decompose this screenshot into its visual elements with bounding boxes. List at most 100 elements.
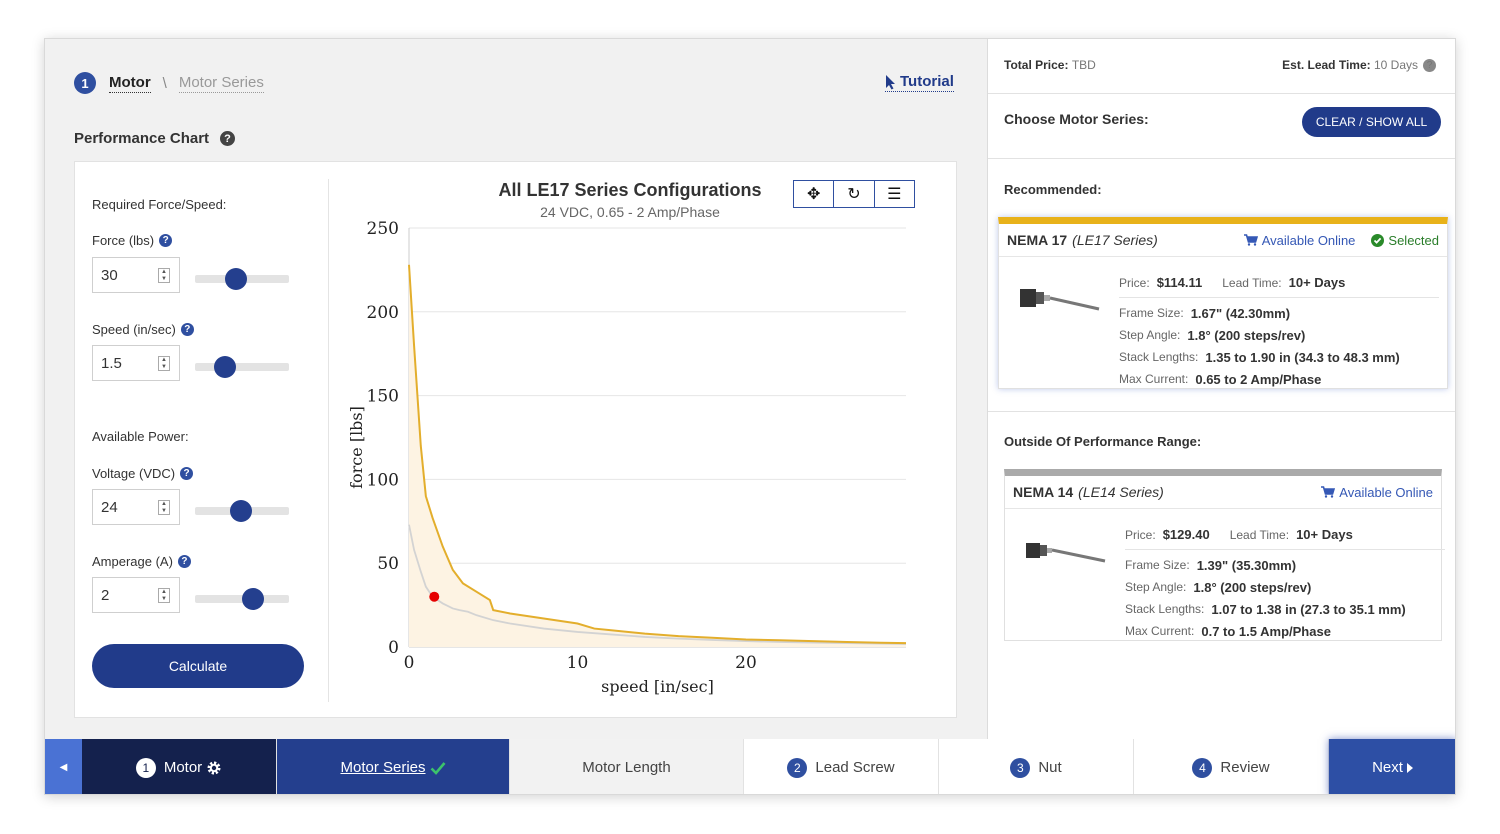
force-slider-handle[interactable] <box>225 268 248 290</box>
series-card-nema17[interactable]: NEMA 17 (LE17 Series) Available Online S… <box>998 217 1448 389</box>
tab-motor-length[interactable]: Motor Length <box>510 739 744 794</box>
tab-nut-label: Nut <box>1038 759 1062 776</box>
lead-time: Est. Lead Time: 10 Days? <box>1282 58 1436 72</box>
chart-area: 0 50 100 150 200 250 0 10 20 speed [in/sec] force … <box>330 162 957 719</box>
card-specs: Price: $114.11 Lead Time: 10+ Days Frame Si… <box>1119 268 1439 390</box>
frame-row: Frame Size: 1.39" (35.30mm) <box>1125 554 1445 576</box>
available-online-label: Available Online <box>1339 484 1433 500</box>
speed-input[interactable]: 1.5 ▲ ▼ <box>92 345 180 381</box>
voltage-slider[interactable] <box>195 500 289 522</box>
card-series: (LE14 Series) <box>1078 484 1164 500</box>
next-button[interactable]: Next <box>1329 739 1455 794</box>
voltage-help-icon[interactable]: ? <box>180 467 194 480</box>
amperage-help-icon[interactable]: ? <box>177 555 191 568</box>
force-help-icon[interactable]: ? <box>159 234 173 247</box>
voltage-slider-handle[interactable] <box>229 500 252 522</box>
force-slider[interactable] <box>195 268 289 290</box>
current-value: 0.7 to 1.5 Amp/Phase <box>1201 623 1331 639</box>
stepper-motor-image <box>1026 543 1106 563</box>
main-panel: 1 Motor \ Motor Series Tutorial Performa… <box>45 39 987 739</box>
frame-value: 1.39" (35.30mm) <box>1196 557 1297 573</box>
amperage-slider[interactable] <box>195 588 289 610</box>
help-icon[interactable]: ? <box>220 131 236 146</box>
voltage-label-text: Voltage (VDC) <box>92 466 176 481</box>
menu-icon[interactable]: ☰ <box>875 181 914 207</box>
amperage-slider-handle[interactable] <box>241 588 264 610</box>
step-navigation: ◀ 1 Motor Motor Series Motor Length 2 Le… <box>45 739 1455 794</box>
breadcrumb-motor-series[interactable]: Motor Series <box>178 74 264 93</box>
tab-motor[interactable]: 1 Motor <box>82 739 277 794</box>
amperage-input[interactable]: 2 ▲ ▼ <box>92 577 180 613</box>
clear-show-all-button[interactable]: CLEAR / SHOW ALL <box>1302 107 1441 137</box>
outside-range-heading: Outside Of Performance Range: <box>1004 434 1202 449</box>
pan-icon[interactable]: ✥ <box>794 181 835 207</box>
cursor-icon <box>886 74 895 89</box>
frame-label: Frame Size: <box>1125 558 1190 572</box>
tab-review-number: 4 <box>1192 757 1213 778</box>
stack-label: Stack Lengths: <box>1125 602 1205 616</box>
y-tick-label: 150 <box>367 387 399 407</box>
step-number-badge: 1 <box>74 72 96 94</box>
frame-row: Frame Size: 1.67" (42.30mm) <box>1119 302 1439 324</box>
card-header: NEMA 14 (LE14 Series) Available Online <box>1005 476 1441 509</box>
speed-stepper-icon[interactable]: ▲ ▼ <box>158 356 170 371</box>
tab-motor-length-label: Motor Length <box>582 759 671 776</box>
price-label: Price: <box>1119 275 1150 290</box>
tutorial-link[interactable]: Tutorial <box>885 73 954 92</box>
available-online-link[interactable]: Available Online <box>1321 485 1433 500</box>
amperage-stepper-icon[interactable]: ▲ ▼ <box>158 588 170 603</box>
tab-review-label: Review <box>1220 759 1270 776</box>
card-specs: Price: $129.40 Lead Time: 10+ Days Frame Si… <box>1125 520 1445 642</box>
voltage-input[interactable]: 24 ▲ ▼ <box>92 489 180 525</box>
step-label: Step Angle: <box>1125 580 1187 594</box>
next-label: Next <box>1372 759 1403 776</box>
force-stepper-icon[interactable]: ▲ ▼ <box>158 268 170 283</box>
section-divider <box>988 411 1455 412</box>
configurator-window: 1 Motor \ Motor Series Tutorial Performa… <box>44 38 1456 795</box>
y-tick-label: 200 <box>367 303 399 323</box>
tutorial-label: Tutorial <box>900 73 954 90</box>
tab-nut[interactable]: 3 Nut <box>939 739 1134 794</box>
speed-slider-handle[interactable] <box>214 356 237 378</box>
series-card-nema14[interactable]: NEMA 14 (LE14 Series) Available Online P… <box>1004 469 1445 642</box>
performance-chart[interactable]: 0 50 100 150 200 250 0 10 20 speed [in/sec] force … <box>330 162 957 719</box>
card-name: NEMA 14 <box>1013 484 1074 500</box>
lead-time-help-icon[interactable]: ? <box>1423 58 1436 72</box>
selected-badge: Selected <box>1371 233 1439 248</box>
card-series: (LE17 Series) <box>1072 232 1158 248</box>
cart-icon <box>1321 486 1336 498</box>
voltage-value: 24 <box>101 498 118 516</box>
tab-motor-series[interactable]: Motor Series <box>277 739 510 794</box>
force-label: Force (lbs)? <box>92 233 173 248</box>
current-label: Max Current: <box>1125 624 1195 638</box>
recommended-heading: Recommended: <box>1004 182 1102 197</box>
lead-value: 10+ Days <box>1288 275 1346 290</box>
summary-bar: Total Price: TBD Est. Lead Time: 10 Days… <box>988 39 1455 94</box>
amperage-label-text: Amperage (A) <box>92 554 173 569</box>
tab-motor-number: 1 <box>135 757 156 778</box>
total-price-value: TBD <box>1071 58 1096 72</box>
required-heading: Required Force/Speed: <box>92 197 227 212</box>
force-input[interactable]: 30 ▲ ▼ <box>92 257 180 293</box>
amperage-label: Amperage (A)? <box>92 554 191 569</box>
prev-arrow-icon[interactable]: ◀ <box>45 739 82 794</box>
reset-zoom-icon[interactable]: ↻ <box>834 181 875 207</box>
series-sidebar: Total Price: TBD Est. Lead Time: 10 Days… <box>987 39 1455 739</box>
requirements-form: Required Force/Speed: Force (lbs)? 30 ▲ ▼ … <box>75 162 329 719</box>
tab-review[interactable]: 4 Review <box>1134 739 1329 794</box>
calculate-button[interactable]: Calculate <box>92 644 304 688</box>
breadcrumb-motor[interactable]: Motor <box>109 74 151 93</box>
price-value: $114.11 <box>1156 275 1203 290</box>
card-name: NEMA 17 <box>1007 232 1068 248</box>
chart-toolbar: ✥ ↻ ☰ <box>793 180 915 208</box>
voltage-stepper-icon[interactable]: ▲ ▼ <box>158 500 170 515</box>
speed-help-icon[interactable]: ? <box>180 323 194 336</box>
card-header: NEMA 17 (LE17 Series) Available Online S… <box>999 224 1447 257</box>
lead-time-value: 10 Days <box>1373 58 1418 72</box>
tab-lead-screw[interactable]: 2 Lead Screw <box>744 739 939 794</box>
available-online-link[interactable]: Available Online <box>1243 233 1355 248</box>
current-row: Max Current: 0.7 to 1.5 Amp/Phase <box>1125 620 1445 642</box>
selected-label: Selected <box>1388 232 1439 248</box>
speed-slider[interactable] <box>195 356 289 378</box>
requirement-point <box>429 591 440 602</box>
